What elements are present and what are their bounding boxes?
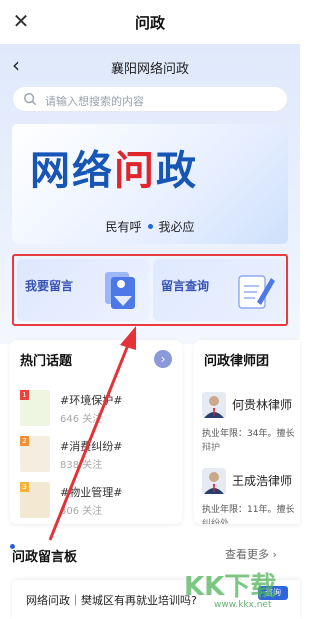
topic-item[interactable]: 1 #环境保护# 646 关注 — [20, 390, 180, 432]
topic-rank: 1 — [20, 390, 29, 400]
watermark-logo: KK下载 www.kkx.net — [166, 566, 292, 616]
slogan-right: 我必应 — [158, 220, 195, 234]
lawyer-team-card: 问政律师团 何贵林律师 执业年限：34年。擅长 辩护 王成浩律师 执业年限：11… — [194, 340, 300, 524]
topic-followers: 306 关注 — [60, 506, 103, 517]
message-board-title: 问政留言板 — [12, 550, 78, 565]
view-more-link[interactable]: 查看更多 › — [225, 546, 277, 562]
topic-followers: 646 关注 — [60, 414, 103, 425]
action-cards-highlight: 我要留言 留言查询 — [12, 254, 288, 326]
page-title: 问政 — [134, 14, 165, 32]
slogan-dot — [147, 224, 153, 229]
watermark-brand: KK下载 — [184, 572, 277, 602]
banner-title-part1: 网络 — [30, 147, 114, 194]
topic-name: #环境保护# — [60, 394, 123, 407]
lawyer-specialty: 辩护 — [202, 443, 221, 453]
subtitle: 襄阳网络问政 — [110, 62, 189, 77]
topic-followers: 838 关注 — [60, 460, 103, 471]
hot-topics-title: 热门话题 — [20, 354, 73, 369]
topic-item[interactable]: 2 #消费纠纷# 838 关注 — [20, 436, 180, 478]
banner-title-part2: 问 — [114, 147, 156, 194]
leave-message-label: 我要留言 — [25, 279, 74, 293]
top-bar: ✕ 问政 — [0, 0, 300, 44]
lawyer-years: 执业年限：34年。擅长 — [202, 429, 295, 439]
banner[interactable]: 网络问政 民有呼 我必应 — [12, 124, 288, 244]
topic-item[interactable]: 3 #物业管理# 306 关注 — [20, 482, 180, 524]
message-query-label: 留言查询 — [161, 279, 210, 293]
banner-title: 网络问政 — [30, 138, 198, 196]
slogan-left: 民有呼 — [105, 220, 142, 234]
lawyer-avatar — [202, 392, 226, 418]
search-input[interactable]: 请输入想搜索的内容 — [45, 93, 144, 109]
lawyer-name: 王成浩律师 — [232, 474, 293, 488]
leave-message-button[interactable]: 我要留言 — [17, 259, 149, 321]
banner-title-part3: 政 — [156, 147, 198, 194]
pen-paper-icon — [238, 275, 275, 309]
search-bar[interactable]: 请输入想搜索的内容 — [12, 86, 288, 112]
topic-rank: 3 — [20, 482, 29, 492]
lawyer-name: 何贵林律师 — [232, 398, 293, 412]
lawyer-team-title: 问政律师团 — [204, 354, 270, 369]
chevron-right-icon[interactable]: › — [154, 350, 172, 368]
lawyer-avatar — [202, 468, 226, 494]
topic-name: #物业管理# — [60, 486, 123, 499]
document-heart-icon — [105, 272, 135, 309]
lawyer-specialty: 纠纷处 — [202, 519, 230, 524]
topic-name: #消费纠纷# — [60, 440, 123, 453]
banner-slogan: 民有呼 我必应 — [12, 218, 288, 235]
watermark-url: www.kkx.net — [214, 600, 272, 610]
message-query-button[interactable]: 留言查询 — [153, 259, 285, 321]
topic-rank: 2 — [20, 436, 29, 446]
search-icon — [24, 93, 37, 106]
hot-topics-card: 热门话题 › 1 #环境保护# 646 关注 2 #消费纠纷# 838 关注 3… — [10, 340, 182, 524]
lawyer-years: 执业年限：11年。擅长 — [202, 505, 295, 515]
